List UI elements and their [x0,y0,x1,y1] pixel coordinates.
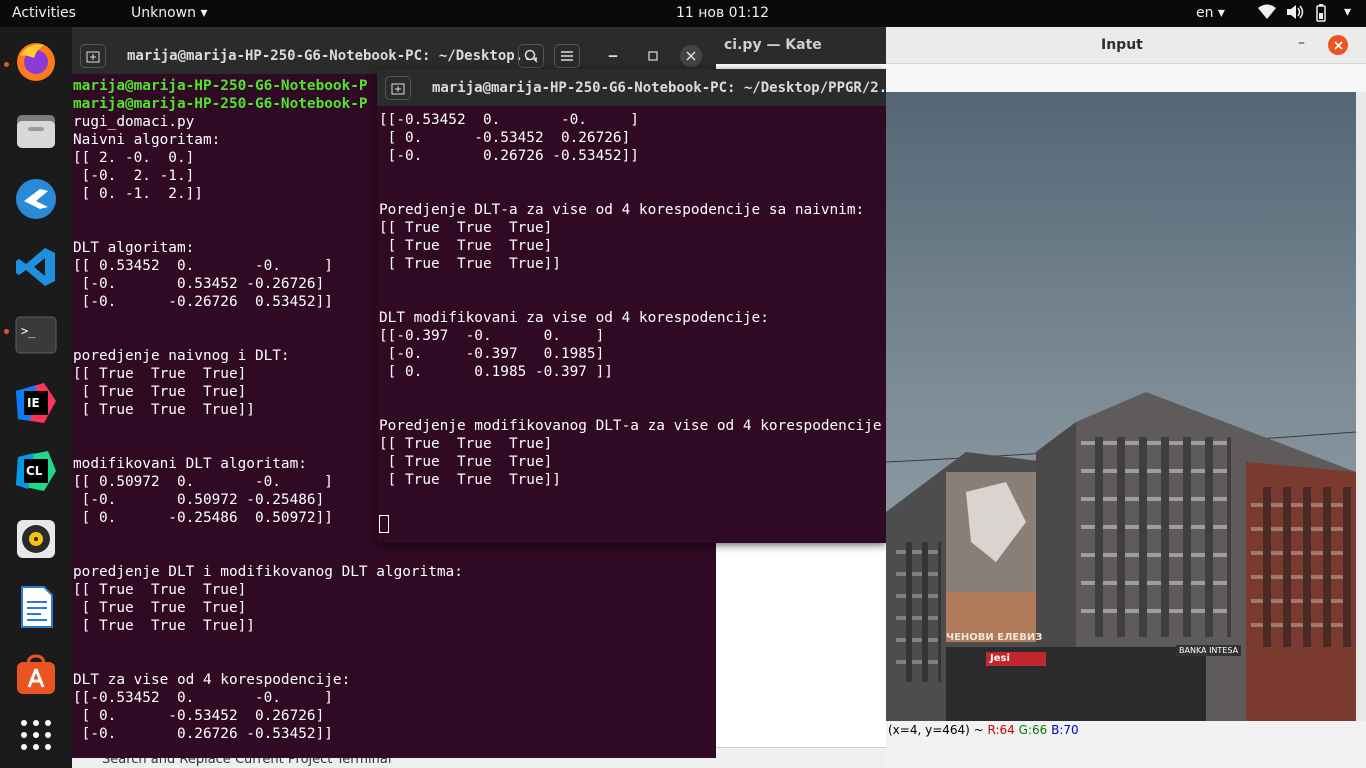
photo-left-facade-windows [896,542,941,682]
minimize-icon[interactable]: – [1298,35,1305,51]
firefox-icon[interactable] [12,38,60,86]
language-selector[interactable]: en ▾ [1196,5,1225,21]
input-window-title: Input [1101,37,1143,53]
terminal-front-title: marija@marija-HP-250-G6-Notebook-PC: ~/D… [432,80,886,96]
running-indicator [4,62,9,67]
kate-title: ci.py — Kate [724,37,822,53]
running-indicator [4,329,9,334]
new-tab-icon[interactable] [80,44,106,68]
photo-sign-3: BANKA INTESA [1176,645,1242,656]
terminal-icon[interactable]: >_ [12,311,60,359]
top-bar: Activities Unknown ▾ 11 нов 01:12 en ▾ ▾ [0,0,1366,27]
app-center-icon[interactable] [12,651,60,699]
photo-sign-1: ЧЕНОВИ ЕЛЕВИЗ [946,632,1043,643]
red-value: R:64 [987,723,1015,737]
input-image-window[interactable]: Input – ЧЕНОВИ ЕЛЕВИЗ Jesi BANKA INTESA … [886,27,1366,768]
svg-text:CL: CL [26,464,43,478]
photo-red-facade-windows [1251,487,1351,647]
terminal-front-output: [[-0.53452 0. -0. ] [ 0. -0.53452 0.2672… [379,112,882,488]
power-menu-icon[interactable]: ▾ [1344,4,1351,20]
terminal-window-front[interactable]: marija@marija-HP-250-G6-Notebook-PC: ~/D… [377,69,886,543]
shutter-icon[interactable] [12,175,60,223]
clock[interactable]: 11 нов 01:12 [676,5,769,21]
maximize-icon[interactable] [640,44,666,68]
green-value: G:66 [1018,723,1048,737]
kate-tool-tabs: Search and Replace Current Project Termi… [72,758,886,768]
blue-value: B:70 [1051,723,1079,737]
rhythmbox-icon[interactable] [12,515,60,563]
app-menu[interactable]: Unknown ▾ [131,5,207,21]
terminal-cursor [379,515,389,533]
minimize-icon[interactable]: – [600,44,626,68]
wifi-icon[interactable] [1258,4,1276,24]
kate-tool-tabs-label[interactable]: Search and Replace Current Project Termi… [102,758,391,767]
close-icon[interactable] [1328,35,1348,55]
hamburger-menu-icon[interactable] [554,44,580,68]
kate-titlebar: ci.py — Kate [716,27,886,64]
terminal-front-content: [[-0.53452 0. -0. ] [ 0. -0.53452 0.2672… [379,111,886,533]
new-tab-icon[interactable] [385,76,411,100]
vscode-icon[interactable] [12,243,60,291]
photo-window-grid [886,92,1356,721]
activities-button[interactable]: Activities [12,5,76,21]
battery-icon[interactable] [1316,4,1326,26]
input-titlebar: Input – [886,27,1366,64]
svg-text:>_: >_ [21,324,36,338]
pixel-status-bar: (x=4, y=464) ~ R:64 G:66 B:70 [886,721,1366,739]
terminal-back-title: marija@marija-HP-250-G6-Notebook-PC: ~/D… [127,48,541,64]
photo-facade-windows [1081,437,1231,637]
photo-sign-2: Jesi [990,653,1010,664]
svg-text:IE: IE [27,396,40,410]
vertical-scrollbar[interactable] [1356,92,1366,721]
terminal-front-titlebar: marija@marija-HP-250-G6-Notebook-PC: ~/D… [377,69,886,106]
close-icon[interactable] [680,45,702,67]
intellij-icon[interactable]: IE [12,379,60,427]
dock: >_ IE CL [0,27,72,768]
show-apps-icon[interactable] [12,711,60,759]
input-toolbar [886,64,1366,92]
volume-icon[interactable] [1286,4,1304,24]
search-icon[interactable] [518,44,544,68]
files-icon[interactable] [12,107,60,155]
writer-icon[interactable] [12,583,60,631]
cursor-coordinates: (x=4, y=464) ~ [888,723,988,737]
building-photo[interactable]: ЧЕНОВИ ЕЛЕВИЗ Jesi BANKA INTESA [886,92,1356,721]
clion-icon[interactable]: CL [12,447,60,495]
